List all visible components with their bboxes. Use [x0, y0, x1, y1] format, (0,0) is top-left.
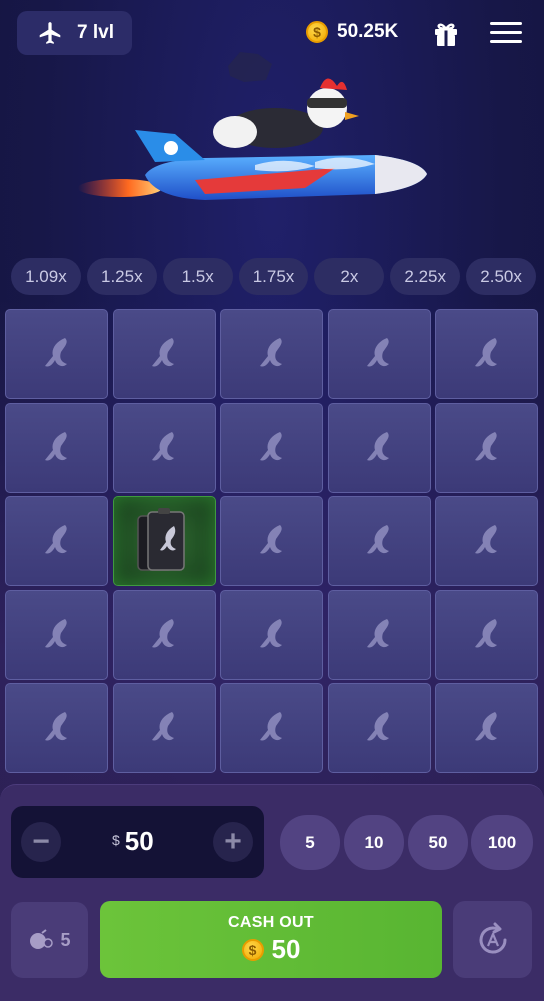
x-logo-icon — [259, 712, 282, 741]
level-badge[interactable]: 7 lvl — [17, 11, 132, 55]
grid-tile[interactable] — [220, 309, 323, 399]
grid-tile[interactable] — [112, 402, 216, 493]
x-logo-icon — [474, 431, 497, 461]
mines-count: 5 — [60, 929, 71, 950]
grid-tile[interactable] — [112, 589, 216, 680]
grid-tile[interactable] — [435, 309, 538, 399]
grid-tile[interactable] — [112, 309, 216, 399]
increase-bet-button[interactable]: + — [213, 822, 253, 862]
tile-grid — [5, 309, 539, 773]
x-logo-icon — [474, 712, 497, 741]
multiplier-pill: 2.50x — [466, 258, 537, 295]
x-logo-icon — [44, 712, 67, 741]
rocket-plane-illustration — [78, 78, 427, 200]
quick-bet-50-button[interactable]: 50 — [408, 815, 468, 870]
x-logo-icon — [367, 525, 389, 554]
coin-icon: $ — [241, 938, 264, 961]
grid-tile[interactable] — [5, 589, 108, 680]
grid-tile[interactable] — [327, 496, 431, 586]
balance-display: $ 50.25K — [306, 21, 398, 43]
grid-tile[interactable] — [327, 589, 431, 680]
grid-tile[interactable] — [327, 683, 431, 773]
quick-bet-100-button[interactable]: 100 — [471, 815, 533, 870]
grid-tile[interactable] — [220, 683, 323, 773]
bet-amount[interactable]: $ 50 — [112, 826, 154, 857]
x-logo-icon — [152, 338, 174, 367]
grid-tile[interactable] — [435, 402, 538, 493]
quick-bet-5-button[interactable]: 5 — [280, 815, 340, 870]
grid-tile-revealed[interactable] — [112, 496, 216, 586]
grid-tile[interactable] — [435, 683, 538, 773]
x-logo-icon — [44, 431, 67, 461]
balance-value: 50.25K — [337, 21, 399, 42]
x-logo-icon — [474, 338, 497, 367]
grid-tile[interactable] — [435, 589, 538, 680]
grid-tile[interactable] — [5, 496, 108, 586]
x-logo-icon — [152, 618, 174, 648]
x-logo-icon — [259, 431, 282, 461]
x-logo-icon — [367, 712, 389, 741]
multiplier-pill: 1.75x — [238, 258, 309, 295]
x-logo-icon — [44, 618, 67, 648]
grid-tile[interactable] — [112, 683, 216, 773]
grid-tile[interactable] — [327, 309, 431, 399]
x-logo-icon — [367, 338, 389, 367]
bet-currency: $ — [112, 832, 120, 848]
level-label: 7 lvl — [77, 22, 114, 43]
autoplay-icon — [479, 922, 506, 954]
multiplier-pill: 2.25x — [390, 258, 461, 295]
x-logo-icon — [474, 525, 497, 554]
grid-tile[interactable] — [327, 402, 431, 493]
x-logo-icon — [259, 525, 282, 554]
grid-tile[interactable] — [5, 683, 108, 773]
fuel-canister-icon — [137, 508, 185, 571]
x-logo-icon — [367, 618, 389, 648]
multiplier-pill: 1.5x — [162, 258, 233, 295]
coin-icon: $ — [306, 21, 328, 43]
cash-out-amount: 50 — [271, 934, 301, 964]
bet-amount-value: 50 — [124, 826, 154, 856]
x-logo-icon — [44, 338, 67, 367]
grid-tile[interactable] — [5, 402, 108, 493]
x-logo-icon — [259, 618, 282, 648]
bomb-icon — [30, 929, 54, 949]
quick-bet-10-button[interactable]: 10 — [344, 815, 404, 870]
multiplier-pill: 1.25x — [86, 258, 157, 295]
cash-out-button[interactable]: CASH OUT $ 50 — [100, 901, 442, 978]
multiplier-pill: 1.09x — [11, 258, 81, 295]
grid-tile[interactable] — [435, 496, 538, 586]
x-logo-icon — [44, 525, 67, 554]
autoplay-button[interactable] — [453, 901, 532, 978]
x-logo-icon — [474, 618, 497, 648]
multiplier-track: 1.09x 1.25x 1.5x 1.75x 2x 2.25x 2.50x — [11, 258, 537, 295]
mines-count-button[interactable]: 5 — [11, 902, 88, 978]
x-logo-icon — [259, 338, 282, 367]
grid-tile[interactable] — [220, 402, 323, 493]
airplane-icon — [39, 22, 61, 44]
cash-out-label: CASH OUT — [228, 914, 314, 931]
grid-tile[interactable] — [220, 496, 323, 586]
grid-tile[interactable] — [220, 589, 323, 680]
decrease-bet-button[interactable]: − — [21, 822, 61, 862]
x-logo-icon — [152, 431, 174, 461]
x-logo-icon — [152, 712, 174, 741]
gift-icon[interactable] — [432, 20, 460, 48]
grid-tile[interactable] — [5, 309, 108, 399]
x-logo-icon — [367, 431, 389, 461]
hamburger-menu-icon[interactable] — [490, 22, 522, 46]
multiplier-pill: 2x — [314, 258, 385, 295]
